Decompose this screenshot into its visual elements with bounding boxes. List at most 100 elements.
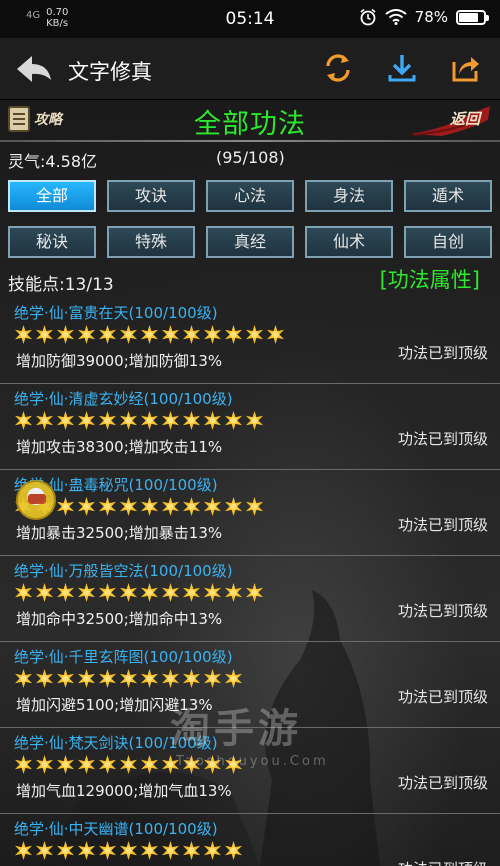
star-icon xyxy=(203,411,222,430)
star-icon xyxy=(14,583,33,602)
star-icon xyxy=(56,755,75,774)
tab-secret[interactable]: 秘诀 xyxy=(8,226,96,258)
battery-percent: 78% xyxy=(414,8,448,26)
star-icon xyxy=(14,755,33,774)
star-icon xyxy=(56,841,75,860)
star-icon xyxy=(98,669,117,688)
tab-special[interactable]: 特殊 xyxy=(107,226,195,258)
star-icon xyxy=(119,411,138,430)
skill-item[interactable]: 绝学·仙·中天幽谱(100/100级) 功法已到顶级 xyxy=(0,814,500,866)
skill-item[interactable]: 绝学·仙·梵天剑诀(100/100级) 增加气血129000;增加气血13% 功法已… xyxy=(0,728,500,814)
star-icon xyxy=(161,755,180,774)
star-icon xyxy=(182,497,201,516)
star-icon xyxy=(161,841,180,860)
star-icon xyxy=(98,411,117,430)
skill-stars xyxy=(14,841,243,860)
back-arrow-icon[interactable] xyxy=(14,52,54,86)
header-divider xyxy=(0,140,500,142)
wifi-icon xyxy=(385,9,407,25)
star-icon xyxy=(119,841,138,860)
star-icon xyxy=(56,497,75,516)
star-icon xyxy=(182,841,201,860)
star-icon xyxy=(140,669,159,688)
star-icon xyxy=(140,411,159,430)
tab-attack[interactable]: 攻诀 xyxy=(107,180,195,212)
skill-name: 绝学·仙·梵天剑诀(100/100级) xyxy=(14,734,218,752)
star-icon xyxy=(77,497,96,516)
star-icon xyxy=(119,325,138,344)
star-icon xyxy=(224,411,243,430)
skill-description: 增加防御39000;增加防御13% xyxy=(16,352,223,370)
star-icon xyxy=(140,325,159,344)
skill-item[interactable]: 绝学·仙·千里玄阵图(100/100级) 增加闪避5100;增加闪避13% 功法已到… xyxy=(0,642,500,728)
star-icon xyxy=(119,497,138,516)
star-icon xyxy=(224,669,243,688)
star-icon xyxy=(77,669,96,688)
download-icon[interactable] xyxy=(386,52,418,84)
star-icon xyxy=(14,841,33,860)
tab-all[interactable]: 全部 xyxy=(8,180,96,212)
star-icon xyxy=(266,325,285,344)
star-icon xyxy=(35,411,54,430)
tab-mind[interactable]: 心法 xyxy=(206,180,294,212)
category-tabs: 全部 攻诀 心法 身法 遁术 秘诀 特殊 真经 仙术 自创 xyxy=(0,172,500,264)
star-icon xyxy=(14,411,33,430)
star-icon xyxy=(182,325,201,344)
star-icon xyxy=(14,669,33,688)
star-icon xyxy=(98,325,117,344)
skill-count: (95/108) xyxy=(216,148,285,167)
skill-item[interactable]: 绝学·仙·万般皆空法(100/100级) 增加命中32500;增加命中13% 功法已… xyxy=(0,556,500,642)
skill-status: 功法已到顶级 xyxy=(397,688,488,706)
skill-stars xyxy=(14,411,264,430)
skill-points: 技能点:13/13 xyxy=(8,275,114,295)
tab-movement[interactable]: 身法 xyxy=(305,180,393,212)
star-icon xyxy=(56,669,75,688)
star-icon xyxy=(203,497,222,516)
star-icon xyxy=(35,325,54,344)
star-icon xyxy=(224,841,243,860)
skill-status: 功法已到顶级 xyxy=(397,516,488,534)
star-icon xyxy=(77,583,96,602)
star-icon xyxy=(140,497,159,516)
skill-description: 增加命中32500;增加命中13% xyxy=(16,610,223,628)
floating-assistant-icon[interactable] xyxy=(16,480,56,520)
star-icon xyxy=(56,411,75,430)
tab-scripture[interactable]: 真经 xyxy=(206,226,294,258)
app-actions xyxy=(322,52,482,84)
star-icon xyxy=(203,669,222,688)
star-icon xyxy=(182,583,201,602)
skill-status: 功法已到顶级 xyxy=(397,602,488,620)
skill-status: 功法已到顶级 xyxy=(397,344,488,362)
star-icon xyxy=(140,583,159,602)
star-icon xyxy=(35,755,54,774)
skill-item[interactable]: 绝学·仙·清虚玄妙经(100/100级) 增加攻击38300;增加攻击11% 功法已… xyxy=(0,384,500,470)
tab-immortal[interactable]: 仙术 xyxy=(305,226,393,258)
star-icon xyxy=(98,841,117,860)
star-icon xyxy=(224,755,243,774)
tab-custom[interactable]: 自创 xyxy=(404,226,492,258)
star-icon xyxy=(140,755,159,774)
star-icon xyxy=(224,325,243,344)
attribute-button[interactable]: [功法属性] xyxy=(380,264,480,294)
skill-item[interactable]: 绝学·仙·富贵在天(100/100级) 增加防御39000;增加防御13% 功法已到… xyxy=(0,298,500,384)
skill-stars xyxy=(14,669,243,688)
share-icon[interactable] xyxy=(450,52,482,84)
return-button[interactable]: 返回 xyxy=(408,104,492,138)
star-icon xyxy=(161,583,180,602)
star-icon xyxy=(98,755,117,774)
star-icon xyxy=(203,841,222,860)
star-icon xyxy=(14,325,33,344)
star-icon xyxy=(182,669,201,688)
status-bar: 4G 0.70 KB/s 05:14 78% xyxy=(0,0,500,38)
star-icon xyxy=(56,583,75,602)
skill-name: 绝学·仙·富贵在天(100/100级) xyxy=(14,304,218,322)
star-icon xyxy=(161,497,180,516)
info-row: 灵气:4.58亿 (95/108) xyxy=(0,146,500,172)
skill-item[interactable]: 绝学·仙·蛊毒秘咒(100/100级) 增加暴击32500;增加暴击13% 功法已到… xyxy=(0,470,500,556)
skill-status: 功法已到顶级 xyxy=(397,774,488,792)
skill-stars xyxy=(14,583,264,602)
game-area: 攻略 全部功法 返回 灵气:4.58亿 (95/108) 全部 攻诀 心法 身法… xyxy=(0,100,500,866)
refresh-icon[interactable] xyxy=(322,52,354,84)
tab-escape[interactable]: 遁术 xyxy=(404,180,492,212)
skill-description: 增加攻击38300;增加攻击11% xyxy=(16,438,223,456)
